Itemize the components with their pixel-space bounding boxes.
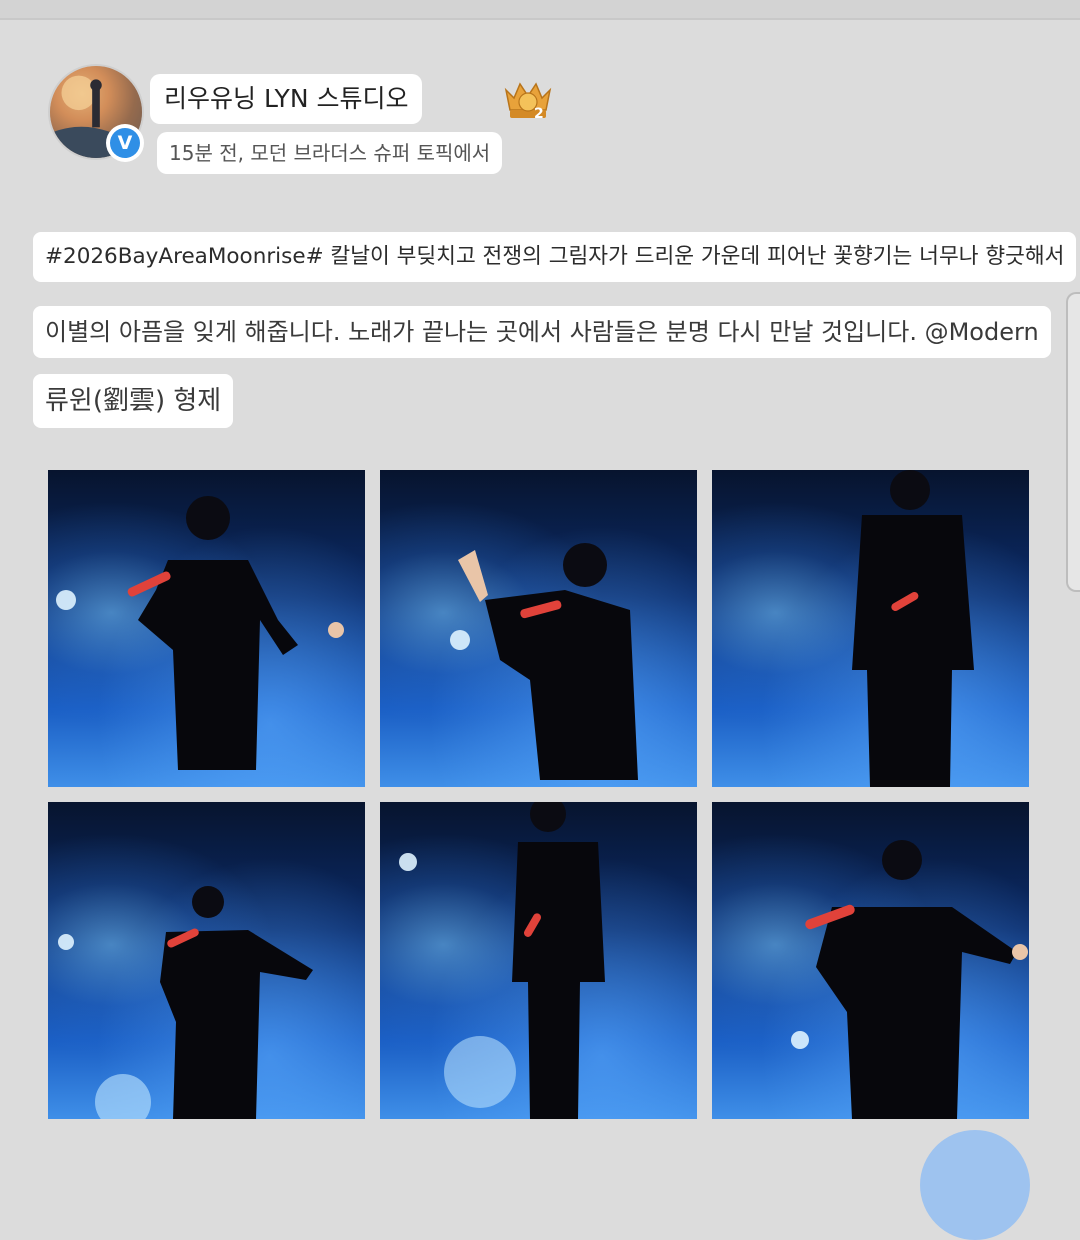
photo-1[interactable] [48, 470, 365, 787]
photo-2[interactable] [380, 470, 697, 787]
verified-check-icon: V [110, 128, 140, 158]
post-card: V 리우유닝 LYN 스튜디오 2 15분 전, 모던 브라더스 슈퍼 토픽에서… [0, 22, 1080, 1148]
post-text-line-3[interactable]: 류윈(劉雲) 형제 [33, 374, 234, 428]
photo-3[interactable] [712, 470, 1029, 787]
photo-grid [48, 470, 1029, 1120]
post-meta[interactable]: 15분 전, 모던 브라더스 슈퍼 토픽에서 [157, 132, 503, 174]
top-bar [0, 0, 1080, 20]
floating-action-button[interactable] [920, 1130, 1030, 1240]
gold-crown-badge-icon[interactable]: 2 [498, 76, 558, 124]
post-text-line-1[interactable]: #2026BayAreaMoonrise# 칼날이 부딪치고 전쟁의 그림자가 … [33, 232, 1077, 282]
photo-4[interactable] [48, 802, 365, 1119]
author-name[interactable]: 리우유닝 LYN 스튜디오 [150, 74, 423, 124]
side-drawer-handle[interactable] [1066, 292, 1080, 592]
verified-badge: V [106, 124, 144, 162]
post-text-line-2[interactable]: 이별의 아픔을 잊게 해줍니다. 노래가 끝나는 곳에서 사람들은 분명 다시 … [33, 306, 1051, 358]
photo-5[interactable] [380, 802, 697, 1119]
badge-number: 2 [534, 106, 544, 122]
photo-6[interactable] [712, 802, 1029, 1119]
